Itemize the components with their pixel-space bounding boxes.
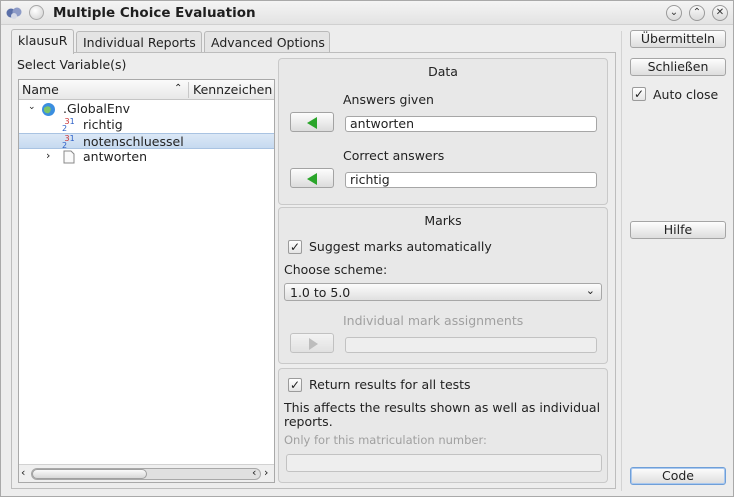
scrollbar-track[interactable]: [31, 468, 261, 480]
matric-number-field[interactable]: [286, 454, 602, 472]
suggest-marks-checkbox[interactable]: ✓: [288, 240, 302, 254]
maximize-icon[interactable]: ⌃: [689, 5, 705, 21]
chevron-down-icon: ⌄: [585, 284, 595, 297]
tree-horizontal-scrollbar[interactable]: ‹ ‹ ›: [19, 464, 274, 482]
results-info-line2: reports.: [284, 414, 333, 429]
code-button[interactable]: Code: [630, 467, 726, 485]
scheme-select-value: 1.0 to 5.0: [290, 285, 351, 300]
tree-row-label: antworten: [83, 149, 148, 164]
help-button[interactable]: Hilfe: [630, 221, 726, 239]
close-button[interactable]: Schließen: [630, 58, 726, 76]
window-menu-button[interactable]: [29, 5, 44, 20]
tree-header: Name ⌃ Kennzeichen: [19, 80, 274, 100]
answers-given-label: Answers given: [343, 92, 434, 107]
matric-number-label: Only for this matriculation number:: [284, 433, 487, 447]
individual-marks-add-button[interactable]: [290, 333, 334, 353]
minimize-icon[interactable]: ⌄: [666, 5, 682, 21]
return-all-label: Return results for all tests: [309, 377, 471, 392]
scheme-select[interactable]: 1.0 to 5.0 ⌄: [284, 283, 602, 301]
scrollbar-thumb[interactable]: [32, 469, 147, 479]
marks-group: Marks ✓ Suggest marks automatically Choo…: [278, 207, 608, 364]
numeric-vector-icon: 31 2: [62, 117, 75, 133]
marks-group-title: Marks: [424, 213, 462, 228]
return-all-checkbox[interactable]: ✓: [288, 378, 302, 392]
column-name-header[interactable]: Name: [22, 82, 59, 97]
tree-row-antworten[interactable]: › antworten: [19, 149, 274, 165]
numeric-vector-icon: 31 2: [62, 134, 75, 150]
variable-tree[interactable]: Name ⌃ Kennzeichen ⌄ .GlobalEnv 31 2 rich…: [18, 79, 275, 483]
tree-row-richtig[interactable]: 31 2 richtig: [19, 117, 274, 133]
choose-scheme-label: Choose scheme:: [284, 262, 388, 277]
tree-row-label: richtig: [83, 117, 123, 132]
data-group-title: Data: [428, 64, 458, 79]
window-title: Multiple Choice Evaluation: [53, 5, 256, 21]
tab-klausur[interactable]: klausuR: [11, 29, 74, 54]
panel-divider: [621, 31, 622, 491]
tab-individual-reports[interactable]: Individual Reports: [76, 31, 202, 53]
app-icon[interactable]: [6, 5, 23, 20]
auto-close-label: Auto close: [653, 87, 719, 102]
main-window: Multiple Choice Evaluation ⌄ ⌃ ✕ klausuR…: [0, 0, 734, 497]
correct-answers-field[interactable]: richtig: [345, 172, 597, 188]
close-icon[interactable]: ✕: [712, 5, 728, 21]
column-kennzeichen-header[interactable]: Kennzeichen: [193, 82, 272, 97]
tree-row-label: .GlobalEnv: [63, 101, 131, 116]
results-info-line1: This affects the results shown as well a…: [284, 400, 601, 415]
auto-close-checkbox[interactable]: ✓: [632, 87, 646, 101]
answers-given-field[interactable]: antworten: [345, 116, 597, 132]
column-separator: [188, 82, 189, 98]
data-group: Data Answers given antworten Correct ans…: [278, 58, 608, 205]
individual-marks-label: Individual mark assignments: [343, 313, 524, 328]
tree-row-label: notenschluessel: [83, 134, 184, 149]
data-frame-icon: [63, 150, 75, 164]
answers-given-add-button[interactable]: [290, 112, 334, 132]
sort-up-icon: ⌃: [174, 83, 183, 94]
arrow-left-icon: [307, 117, 317, 129]
scroll-right-icon[interactable]: ›: [264, 466, 268, 479]
submit-button[interactable]: Übermitteln: [630, 30, 726, 48]
tree-row-notenschluessel[interactable]: 31 2 notenschluessel: [19, 133, 274, 150]
individual-marks-field[interactable]: [345, 337, 597, 353]
tab-advanced-options[interactable]: Advanced Options: [204, 31, 330, 53]
scroll-left-icon[interactable]: ‹: [21, 466, 25, 479]
tree-row-globalenv[interactable]: ⌄ .GlobalEnv: [19, 101, 274, 117]
expand-icon[interactable]: ›: [46, 149, 50, 162]
select-variables-label: Select Variable(s): [17, 57, 127, 72]
arrow-right-icon: [309, 338, 318, 350]
correct-answers-label: Correct answers: [343, 148, 445, 163]
globe-icon: [42, 103, 55, 116]
correct-answers-add-button[interactable]: [290, 168, 334, 188]
title-bar: Multiple Choice Evaluation ⌄ ⌃ ✕: [1, 1, 733, 25]
collapse-icon[interactable]: ⌄: [28, 102, 36, 112]
scroll-left-icon-2[interactable]: ‹: [252, 466, 256, 479]
results-group: ✓ Return results for all tests This affe…: [278, 368, 608, 483]
arrow-left-icon: [307, 173, 317, 185]
suggest-marks-label: Suggest marks automatically: [309, 239, 492, 254]
